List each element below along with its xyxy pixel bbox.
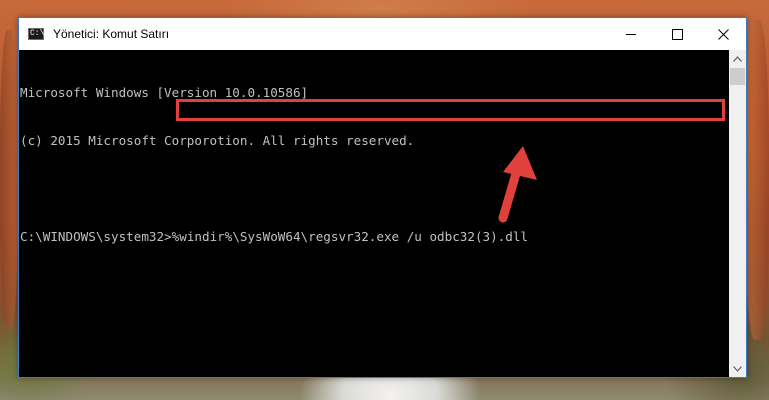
close-icon bbox=[717, 28, 729, 40]
console-line-copyright: (c) 2015 Microsoft Corporotion. All righ… bbox=[20, 133, 415, 148]
command-text[interactable]: %windir%\SysWoW64\regsvr32.exe /u odbc32… bbox=[172, 229, 528, 244]
minimize-icon bbox=[625, 33, 636, 35]
command-highlight-box bbox=[176, 99, 725, 121]
wallpaper-rock-right bbox=[745, 20, 769, 340]
command-prompt-window: C:\ Yönetici: Komut Satırı Microsoft Win… bbox=[18, 17, 747, 378]
window-title: Yönetici: Komut Satırı bbox=[53, 27, 170, 41]
maximize-icon bbox=[671, 28, 683, 40]
wallpaper-rock-left bbox=[0, 30, 18, 330]
minimize-button[interactable] bbox=[608, 18, 654, 50]
cmd-icon-glyph: C:\ bbox=[30, 29, 45, 38]
title-bar[interactable]: C:\ Yönetici: Komut Satırı bbox=[19, 18, 746, 50]
scroll-down-button[interactable] bbox=[729, 360, 746, 377]
arrow-up-icon bbox=[498, 146, 537, 223]
prompt-path: C:\WINDOWS\system32> bbox=[20, 229, 172, 244]
cmd-icon[interactable]: C:\ bbox=[28, 28, 44, 40]
console-output[interactable]: Microsoft Windows [Version 10.0.10586] (… bbox=[19, 50, 729, 377]
close-button[interactable] bbox=[700, 18, 746, 50]
chevron-down-icon bbox=[733, 365, 742, 372]
prompt-line[interactable]: C:\WINDOWS\system32>%windir%\SysWoW64\re… bbox=[20, 229, 729, 245]
scroll-up-button[interactable] bbox=[729, 50, 746, 67]
vertical-scrollbar[interactable] bbox=[729, 50, 746, 377]
maximize-button[interactable] bbox=[654, 18, 700, 50]
chevron-up-icon bbox=[733, 55, 742, 62]
scroll-thumb[interactable] bbox=[730, 68, 745, 85]
